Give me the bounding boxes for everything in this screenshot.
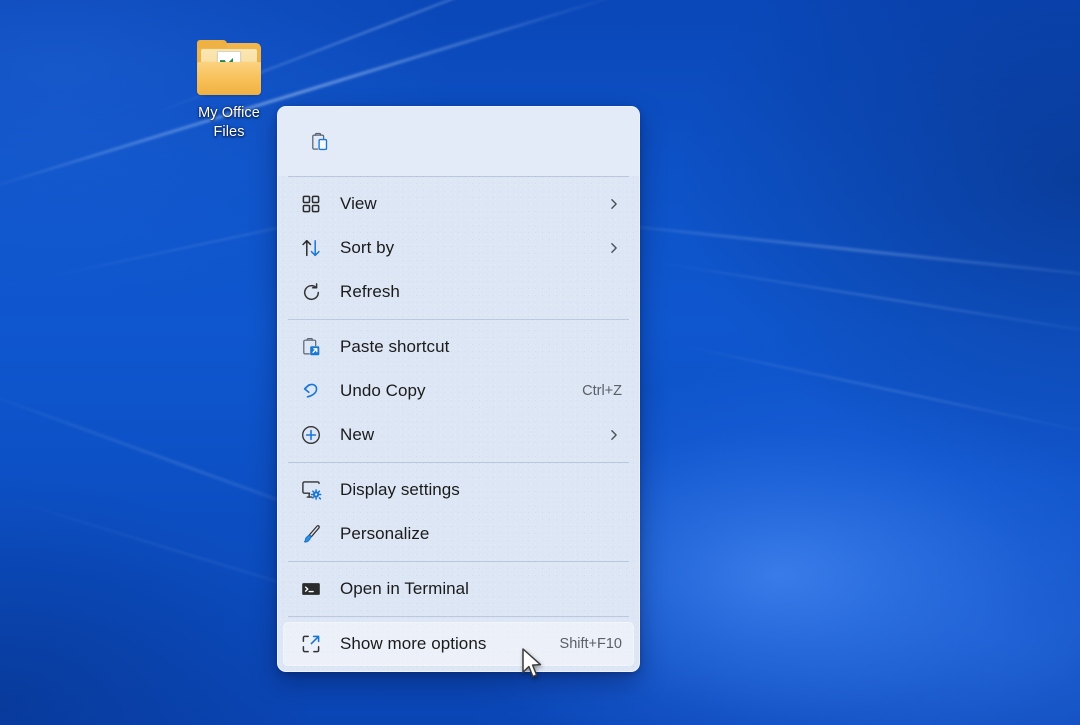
folder-office-files-icon xyxy=(197,40,261,96)
desktop-icon-label-line1: My Office xyxy=(176,104,282,123)
menu-item-label: View xyxy=(340,194,596,214)
menu-item-paste-shortcut[interactable]: Paste shortcut xyxy=(283,325,634,369)
menu-item-label: Sort by xyxy=(340,238,596,258)
menu-item-refresh[interactable]: Refresh xyxy=(283,270,634,314)
paste-clipboard-icon[interactable] xyxy=(300,122,340,162)
chevron-right-icon xyxy=(606,196,622,212)
desktop-context-menu[interactable]: View Sort by Refresh Paste shortcut Undo… xyxy=(277,106,640,672)
grid-view-icon xyxy=(300,193,322,215)
paintbrush-icon xyxy=(300,523,322,545)
menu-item-label: New xyxy=(340,425,596,445)
menu-group: Display settings Personalize xyxy=(278,463,639,561)
menu-group: Show more options Shift+F10 xyxy=(278,617,639,671)
menu-item-label: Refresh xyxy=(340,282,622,302)
menu-item-view[interactable]: View xyxy=(283,182,634,226)
menu-item-label: Display settings xyxy=(340,480,622,500)
menu-item-label: Open in Terminal xyxy=(340,579,622,599)
desktop-icon-label-line2: Files xyxy=(176,123,282,142)
menu-item-open-in-terminal[interactable]: Open in Terminal xyxy=(283,567,634,611)
sort-arrows-icon xyxy=(300,237,322,259)
menu-item-label: Undo Copy xyxy=(340,381,570,401)
show-more-options-icon xyxy=(300,633,322,655)
menu-item-sort-by[interactable]: Sort by xyxy=(283,226,634,270)
chevron-right-icon xyxy=(606,427,622,443)
context-menu-toolbar[interactable] xyxy=(278,107,639,176)
undo-icon xyxy=(300,380,322,402)
menu-item-label: Paste shortcut xyxy=(340,337,622,357)
menu-item-label: Show more options xyxy=(340,634,548,654)
desktop-icon-my-office-files[interactable]: My Office Files xyxy=(176,40,282,142)
menu-item-shortcut: Shift+F10 xyxy=(560,636,622,652)
menu-item-label: Personalize xyxy=(340,524,622,544)
context-menu-groups: View Sort by Refresh Paste shortcut Undo… xyxy=(278,176,639,671)
menu-item-undo-copy[interactable]: Undo Copy Ctrl+Z xyxy=(283,369,634,413)
menu-group: View Sort by Refresh xyxy=(278,177,639,319)
menu-item-display-settings[interactable]: Display settings xyxy=(283,468,634,512)
menu-group: Open in Terminal xyxy=(278,562,639,616)
monitor-gear-icon xyxy=(300,479,322,501)
menu-item-new[interactable]: New xyxy=(283,413,634,457)
plus-circle-icon xyxy=(300,424,322,446)
paste-shortcut-icon xyxy=(300,336,322,358)
menu-item-shortcut: Ctrl+Z xyxy=(582,383,622,399)
desktop-icon-label: My Office Files xyxy=(176,104,282,142)
refresh-icon xyxy=(300,281,322,303)
menu-item-show-more-options[interactable]: Show more options Shift+F10 xyxy=(283,622,634,666)
desktop[interactable]: My Office Files View xyxy=(0,0,1080,725)
chevron-right-icon xyxy=(606,240,622,256)
menu-item-personalize[interactable]: Personalize xyxy=(283,512,634,556)
menu-group: Paste shortcut Undo Copy Ctrl+Z New xyxy=(278,320,639,462)
terminal-icon xyxy=(300,578,322,600)
